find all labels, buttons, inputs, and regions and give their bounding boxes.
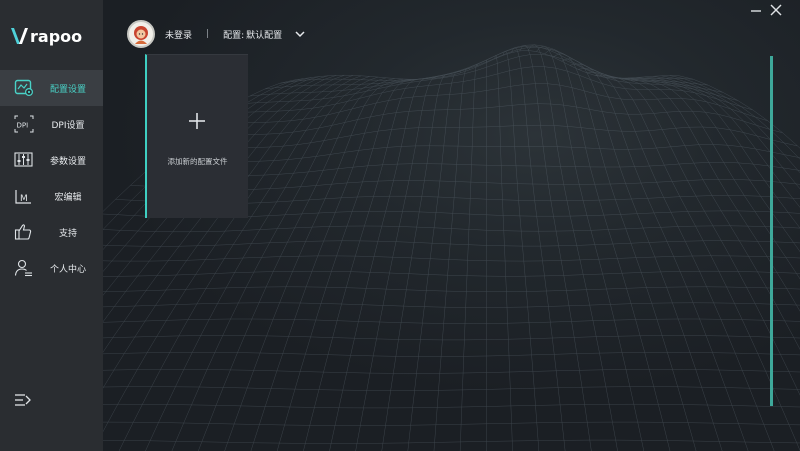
dpi-icon: DPI bbox=[14, 115, 34, 133]
chevron-down-icon[interactable] bbox=[294, 29, 306, 39]
scrollbar[interactable] bbox=[770, 56, 773, 406]
sidebar-item-label: DPI设置 bbox=[51, 121, 85, 131]
user-name[interactable]: 未登录 bbox=[165, 28, 192, 41]
sidebar-item-user-center[interactable]: 个人中心 bbox=[0, 250, 103, 286]
svg-text:DPI: DPI bbox=[17, 122, 29, 130]
sidebar-item-dpi-settings[interactable]: DPI DPI设置 bbox=[0, 106, 103, 142]
user-center-icon bbox=[14, 259, 34, 277]
thumbs-up-icon bbox=[14, 223, 34, 241]
add-profile-label: 添加新的配置文件 bbox=[167, 157, 228, 166]
sliders-icon bbox=[14, 151, 34, 169]
sidebar-item-label: 参数设置 bbox=[49, 157, 86, 167]
sidebar-item-macro-editor[interactable]: M 宏编辑 bbox=[0, 178, 103, 214]
sidebar-item-profile-settings[interactable]: 配置设置 bbox=[0, 70, 103, 106]
macro-icon: M bbox=[14, 187, 34, 205]
close-icon[interactable] bbox=[769, 3, 783, 17]
config-value[interactable]: 默认配置 bbox=[246, 28, 282, 41]
sidebar-item-label: 配置设置 bbox=[49, 85, 86, 95]
avatar[interactable] bbox=[127, 20, 155, 48]
profile-settings-icon bbox=[14, 79, 34, 97]
add-profile-card[interactable]: 添加新的配置文件 bbox=[145, 54, 248, 218]
header: 未登录 | 配置: 默认配置 bbox=[127, 20, 306, 48]
sidebar-item-parameter-settings[interactable]: 参数设置 bbox=[0, 142, 103, 178]
rapoo-logo: rapoo bbox=[10, 24, 90, 48]
collapse-menu-icon[interactable] bbox=[14, 392, 32, 408]
svg-text:M: M bbox=[20, 194, 28, 204]
header-divider: | bbox=[206, 29, 210, 39]
sidebar: rapoo 配置设置 DPI DPI设置 参数设置 M 宏编辑 支持 个人中心 bbox=[0, 0, 103, 451]
sidebar-item-support[interactable]: 支持 bbox=[0, 214, 103, 250]
plus-icon bbox=[187, 111, 207, 131]
svg-text:rapoo: rapoo bbox=[30, 27, 82, 46]
minimize-icon[interactable] bbox=[749, 4, 763, 16]
config-label: 配置: bbox=[223, 30, 245, 41]
sidebar-item-label: 宏编辑 bbox=[54, 193, 82, 203]
sidebar-item-label: 支持 bbox=[58, 229, 77, 239]
sidebar-item-label: 个人中心 bbox=[49, 265, 86, 275]
